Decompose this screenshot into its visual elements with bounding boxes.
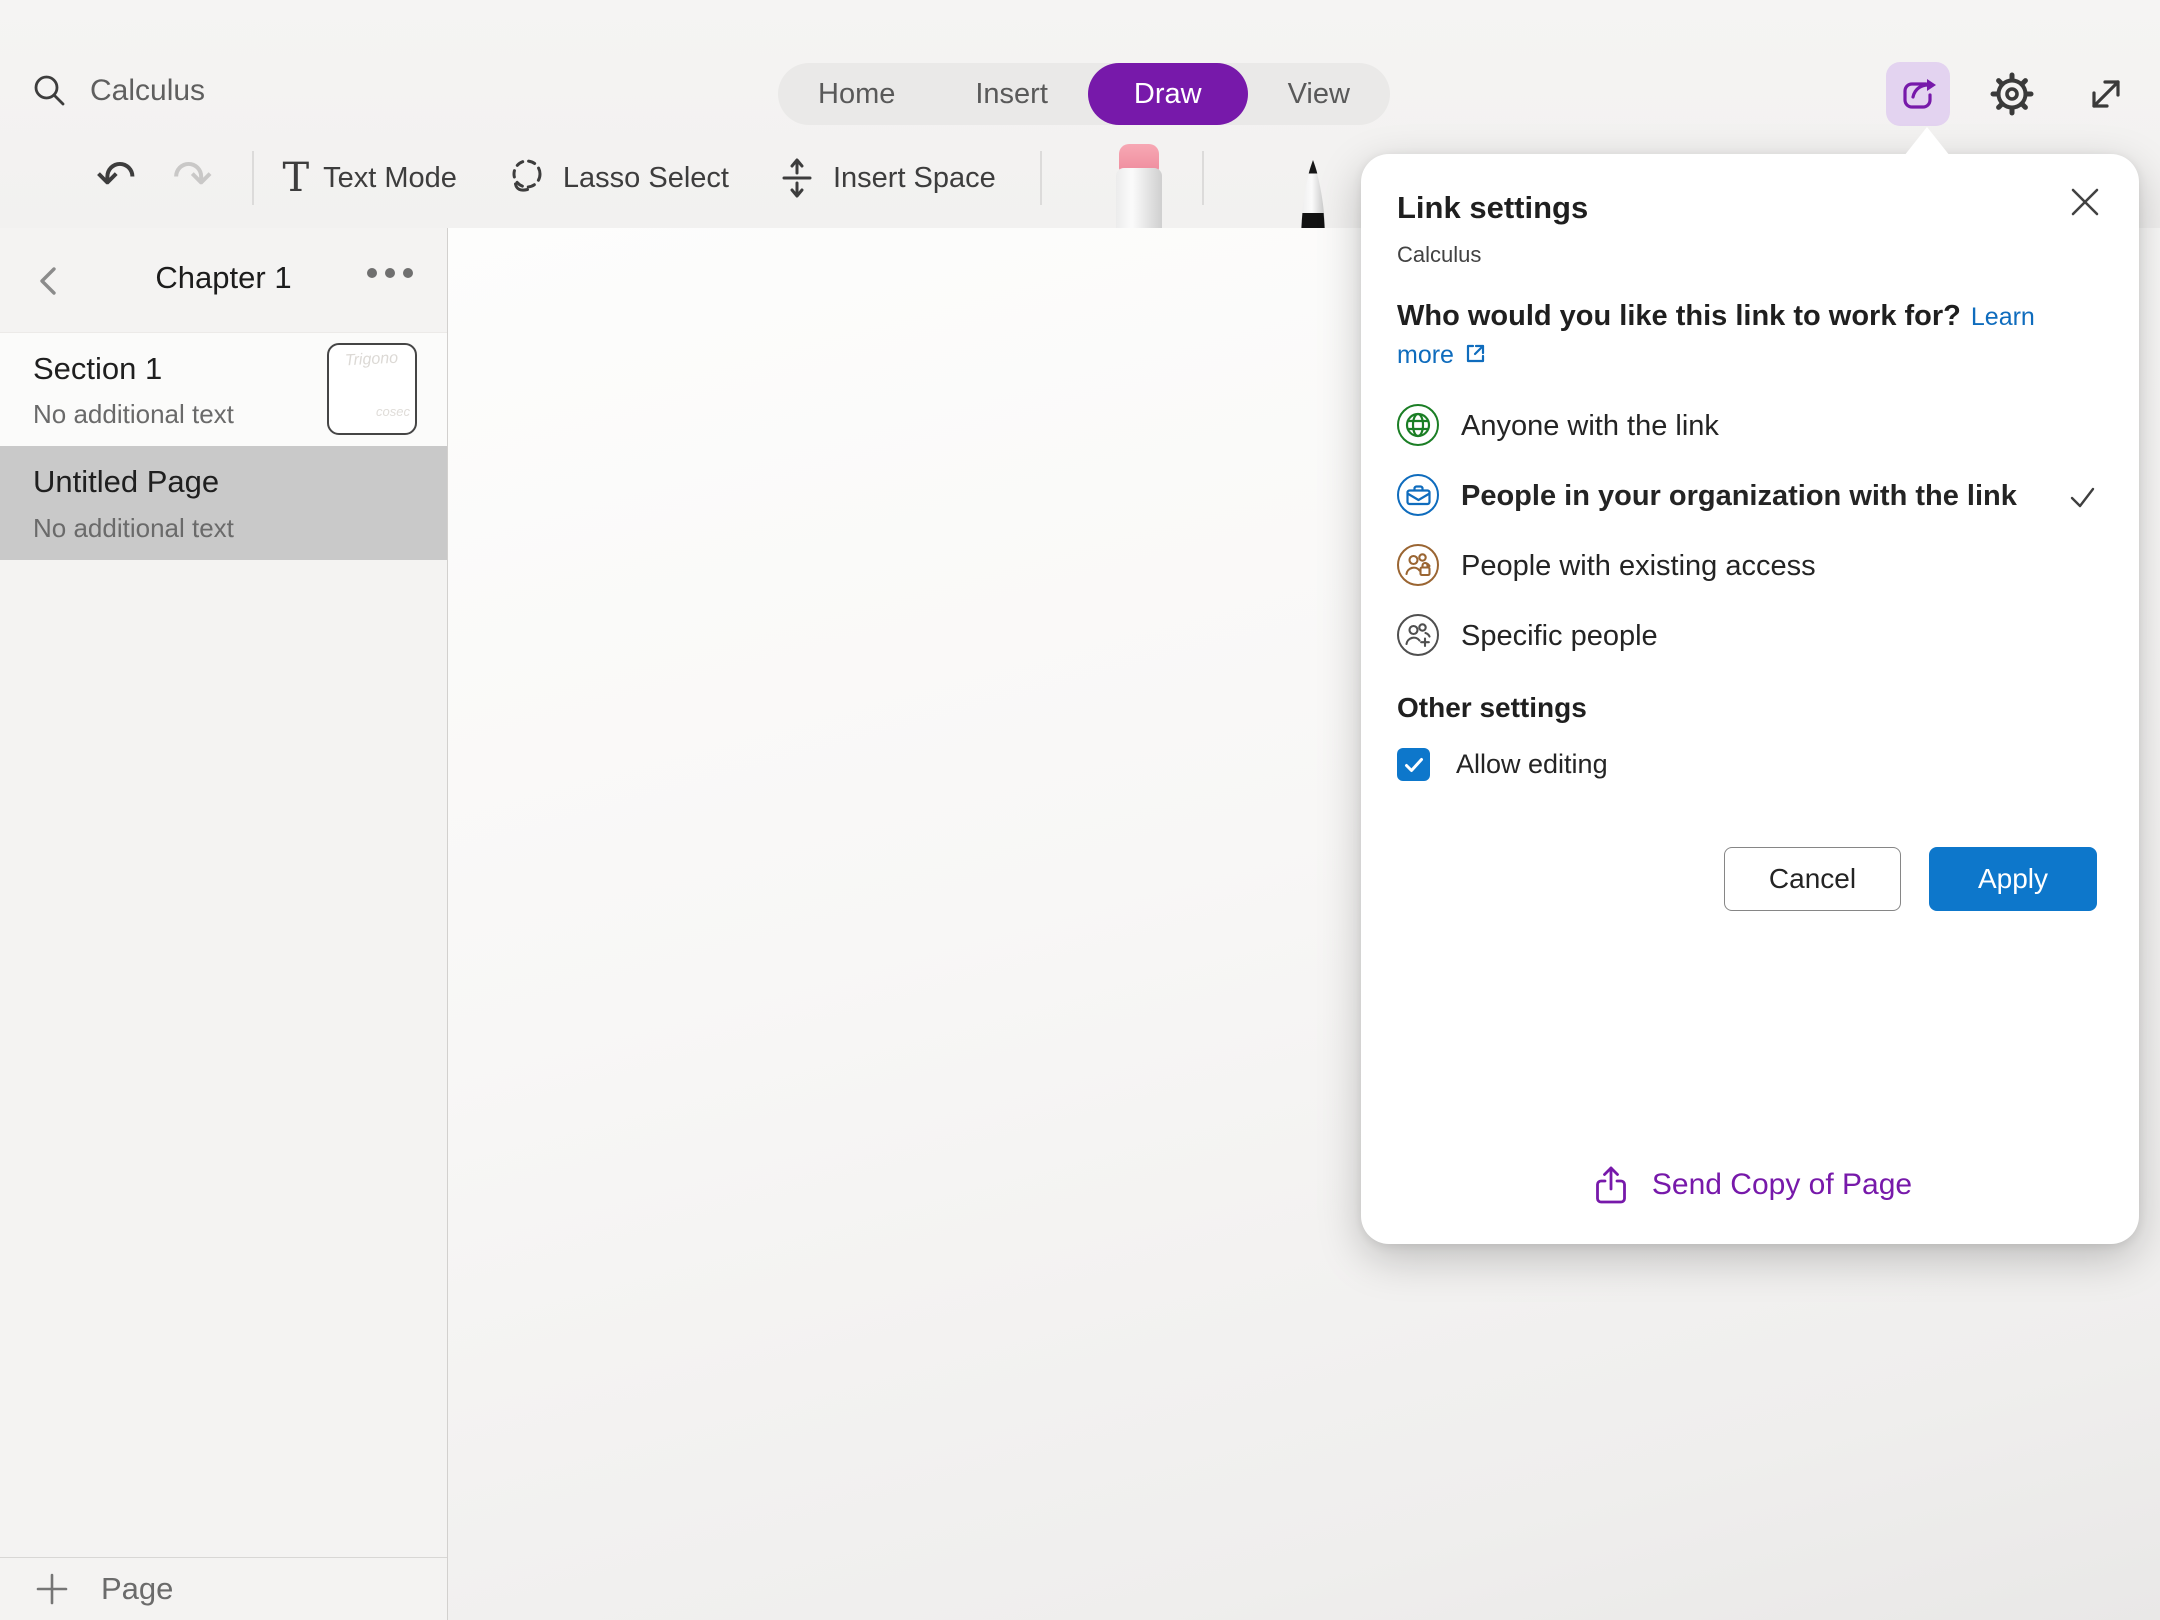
- page-thumbnail: Trigono cosec: [327, 343, 417, 435]
- section-more-button[interactable]: [367, 268, 413, 278]
- option-organization[interactable]: People in your organization with the lin…: [1397, 474, 2103, 518]
- send-copy-button[interactable]: Send Copy of Page: [1361, 1162, 2139, 1208]
- allow-editing-checkbox[interactable]: [1397, 748, 1430, 781]
- check-icon: [2065, 480, 2099, 514]
- eraser-body: [1116, 168, 1162, 228]
- ribbon-tabs: Home Insert Draw View: [778, 63, 1390, 125]
- eraser-tool[interactable]: [1116, 144, 1162, 228]
- toolbar-divider: [1040, 151, 1042, 205]
- toolbar-divider: [252, 151, 254, 205]
- people-add-icon: [1397, 614, 1439, 656]
- sidebar-header: Chapter 1: [0, 228, 447, 332]
- text-mode-icon: T: [282, 158, 309, 198]
- option-anyone[interactable]: Anyone with the link: [1397, 404, 2103, 448]
- tab-draw[interactable]: Draw: [1088, 63, 1248, 125]
- page-list-item-selected[interactable]: Untitled Page No additional text: [0, 446, 447, 560]
- option-existing-access[interactable]: People with existing access: [1397, 544, 2103, 588]
- other-settings-heading: Other settings: [1397, 692, 2103, 724]
- gear-icon: [1987, 69, 2037, 119]
- close-icon: [2067, 184, 2103, 220]
- globe-icon: [1397, 404, 1439, 446]
- add-page-label: Page: [101, 1571, 173, 1607]
- page-title: Untitled Page: [33, 464, 219, 500]
- page-subtitle: No additional text: [33, 399, 234, 430]
- people-lock-icon: [1397, 544, 1439, 586]
- text-mode-button[interactable]: T Text Mode: [282, 158, 456, 198]
- page-subtitle: No additional text: [33, 513, 234, 544]
- page-title: Section 1: [33, 351, 162, 387]
- briefcase-icon: [1397, 474, 1439, 516]
- allow-editing-label: Allow editing: [1456, 749, 1608, 780]
- plus-icon: [33, 1570, 71, 1608]
- lasso-icon: [503, 155, 549, 201]
- insert-space-button[interactable]: Insert Space: [775, 155, 996, 201]
- undo-button[interactable]: ↶: [96, 154, 136, 202]
- black-pen-tool[interactable]: [1290, 158, 1336, 228]
- checkmark-icon: [1402, 753, 1426, 777]
- send-copy-label: Send Copy of Page: [1652, 1168, 1912, 1202]
- pages-sidebar: Chapter 1 Section 1 No additional text T…: [0, 228, 448, 1620]
- share-button[interactable]: [1886, 62, 1950, 126]
- add-page-button[interactable]: Page: [0, 1557, 447, 1620]
- window-actions: [1886, 62, 2138, 126]
- section-title: Chapter 1: [0, 260, 447, 296]
- popover-subtitle: Calculus: [1397, 242, 2103, 268]
- allow-editing-setting: Allow editing: [1397, 748, 2103, 781]
- notebook-search[interactable]: Calculus: [30, 72, 205, 110]
- send-copy-icon: [1588, 1162, 1634, 1208]
- insert-space-icon: [775, 155, 819, 201]
- share-export-icon: [1895, 71, 1941, 117]
- tab-insert[interactable]: Insert: [935, 63, 1088, 125]
- option-specific-people[interactable]: Specific people: [1397, 614, 2103, 658]
- tab-view[interactable]: View: [1248, 63, 1390, 125]
- popover-caret: [1904, 127, 1950, 156]
- tab-home[interactable]: Home: [778, 63, 935, 125]
- popover-title: Link settings: [1397, 190, 2103, 226]
- lasso-select-button[interactable]: Lasso Select: [503, 155, 729, 201]
- notebook-title: Calculus: [90, 74, 205, 108]
- link-audience-question: Who would you like this link to work for…: [1397, 298, 2057, 374]
- fullscreen-button[interactable]: [2074, 62, 2138, 126]
- apply-button[interactable]: Apply: [1929, 847, 2097, 911]
- link-settings-popover: Link settings Calculus Who would you lik…: [1361, 154, 2139, 1244]
- link-audience-options: Anyone with the link People in your orga…: [1397, 404, 2103, 658]
- close-button[interactable]: [2065, 182, 2105, 222]
- page-list-item[interactable]: Section 1 No additional text Trigono cos…: [0, 332, 447, 446]
- resize-diagonal-icon: [2083, 71, 2129, 117]
- external-link-icon: [1462, 340, 1489, 367]
- toolbar-divider: [1202, 151, 1204, 205]
- redo-button[interactable]: ↷: [172, 154, 212, 202]
- settings-button[interactable]: [1980, 62, 2044, 126]
- popover-actions: Cancel Apply: [1397, 847, 2103, 911]
- search-icon: [30, 72, 68, 110]
- cancel-button[interactable]: Cancel: [1724, 847, 1901, 911]
